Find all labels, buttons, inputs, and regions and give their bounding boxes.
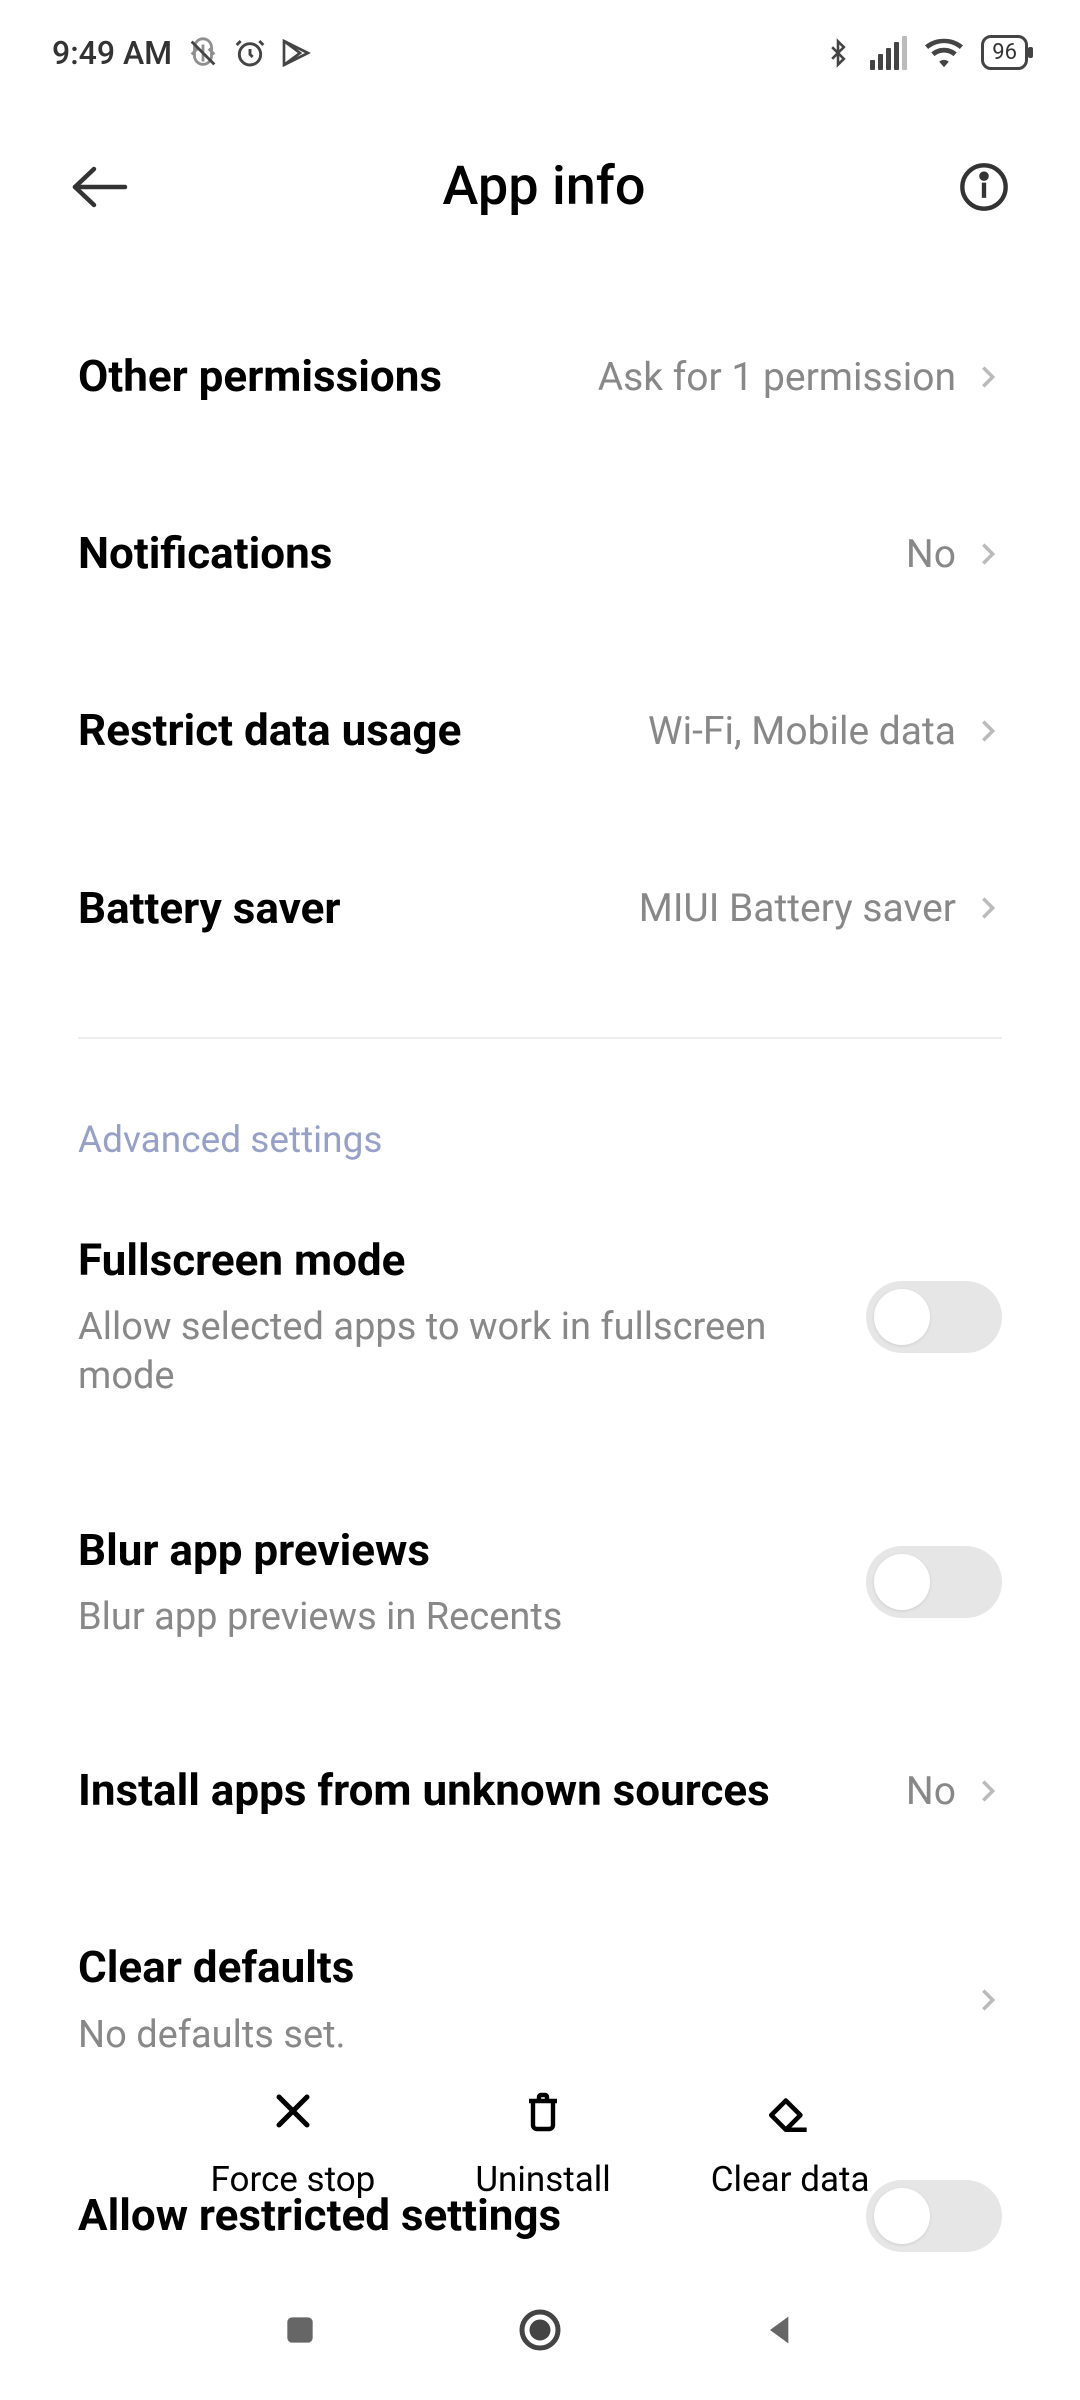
row-battery-saver[interactable]: Battery saver MIUI Battery saver	[78, 820, 1002, 997]
row-notifications[interactable]: Notifications No	[78, 465, 1002, 642]
divider	[78, 1037, 1002, 1039]
action-label: Clear data	[711, 2159, 870, 2200]
status-time: 9:49 AM	[52, 34, 172, 72]
row-subtitle: Allow selected apps to work in fullscree…	[78, 1303, 836, 1402]
action-label: Force stop	[211, 2159, 376, 2200]
chevron-right-icon	[974, 1777, 1002, 1805]
row-title: Fullscreen mode	[78, 1232, 836, 1289]
bluetooth-icon	[824, 35, 852, 71]
row-value: Wi-Fi, Mobile data	[648, 708, 956, 754]
trash-icon	[515, 2083, 571, 2139]
row-title: Battery saver	[78, 880, 609, 937]
row-title: Install apps from unknown sources	[78, 1762, 876, 1819]
row-restrict-data[interactable]: Restrict data usage Wi-Fi, Mobile data	[78, 642, 1002, 819]
section-header-advanced: Advanced settings	[78, 1049, 1002, 1172]
status-bar: 9:49 AM 96	[0, 0, 1080, 105]
row-title: Blur app previews	[78, 1522, 836, 1579]
navigation-bar	[0, 2260, 1080, 2400]
row-title: Clear defaults	[78, 1939, 944, 1996]
action-label: Uninstall	[475, 2159, 610, 2200]
row-title: Other permissions	[78, 348, 568, 405]
chevron-right-icon	[974, 717, 1002, 745]
alarm-icon	[234, 37, 266, 69]
chevron-right-icon	[974, 540, 1002, 568]
recents-button[interactable]	[270, 2300, 330, 2360]
header: App info	[0, 105, 1080, 288]
row-value: Ask for 1 permission	[598, 354, 956, 400]
row-subtitle: No defaults set.	[78, 2011, 944, 2060]
bottom-actions: Force stop Uninstall Clear data	[0, 2083, 1080, 2200]
battery-icon: 96	[981, 35, 1028, 70]
clear-data-button[interactable]: Clear data	[711, 2083, 870, 2200]
mute-icon	[186, 36, 220, 70]
close-icon	[265, 2083, 321, 2139]
uninstall-button[interactable]: Uninstall	[475, 2083, 610, 2200]
blur-toggle[interactable]	[866, 1546, 1002, 1618]
battery-level: 96	[992, 40, 1017, 65]
row-subtitle: Blur app previews in Recents	[78, 1593, 836, 1642]
play-store-icon	[280, 37, 312, 69]
chevron-right-icon	[974, 363, 1002, 391]
row-title: Restrict data usage	[78, 702, 618, 759]
row-unknown-sources[interactable]: Install apps from unknown sources No	[78, 1702, 1002, 1879]
back-nav-button[interactable]	[750, 2300, 810, 2360]
row-fullscreen-mode[interactable]: Fullscreen mode Allow selected apps to w…	[78, 1172, 1002, 1462]
row-blur-previews[interactable]: Blur app previews Blur app previews in R…	[78, 1462, 1002, 1703]
signal-icon	[870, 36, 907, 70]
wifi-icon	[925, 38, 963, 68]
row-title: Notifications	[78, 525, 876, 582]
fullscreen-toggle[interactable]	[866, 1281, 1002, 1353]
row-value: No	[906, 1768, 956, 1814]
back-button[interactable]	[70, 157, 130, 217]
row-value: MIUI Battery saver	[639, 885, 956, 931]
eraser-icon	[762, 2083, 818, 2139]
force-stop-button[interactable]: Force stop	[211, 2083, 376, 2200]
row-value: No	[906, 531, 956, 577]
row-other-permissions[interactable]: Other permissions Ask for 1 permission	[78, 288, 1002, 465]
chevron-right-icon	[974, 894, 1002, 922]
chevron-right-icon	[974, 1986, 1002, 2014]
page-title: App info	[130, 155, 958, 218]
info-button[interactable]	[958, 161, 1010, 213]
home-button[interactable]	[510, 2300, 570, 2360]
